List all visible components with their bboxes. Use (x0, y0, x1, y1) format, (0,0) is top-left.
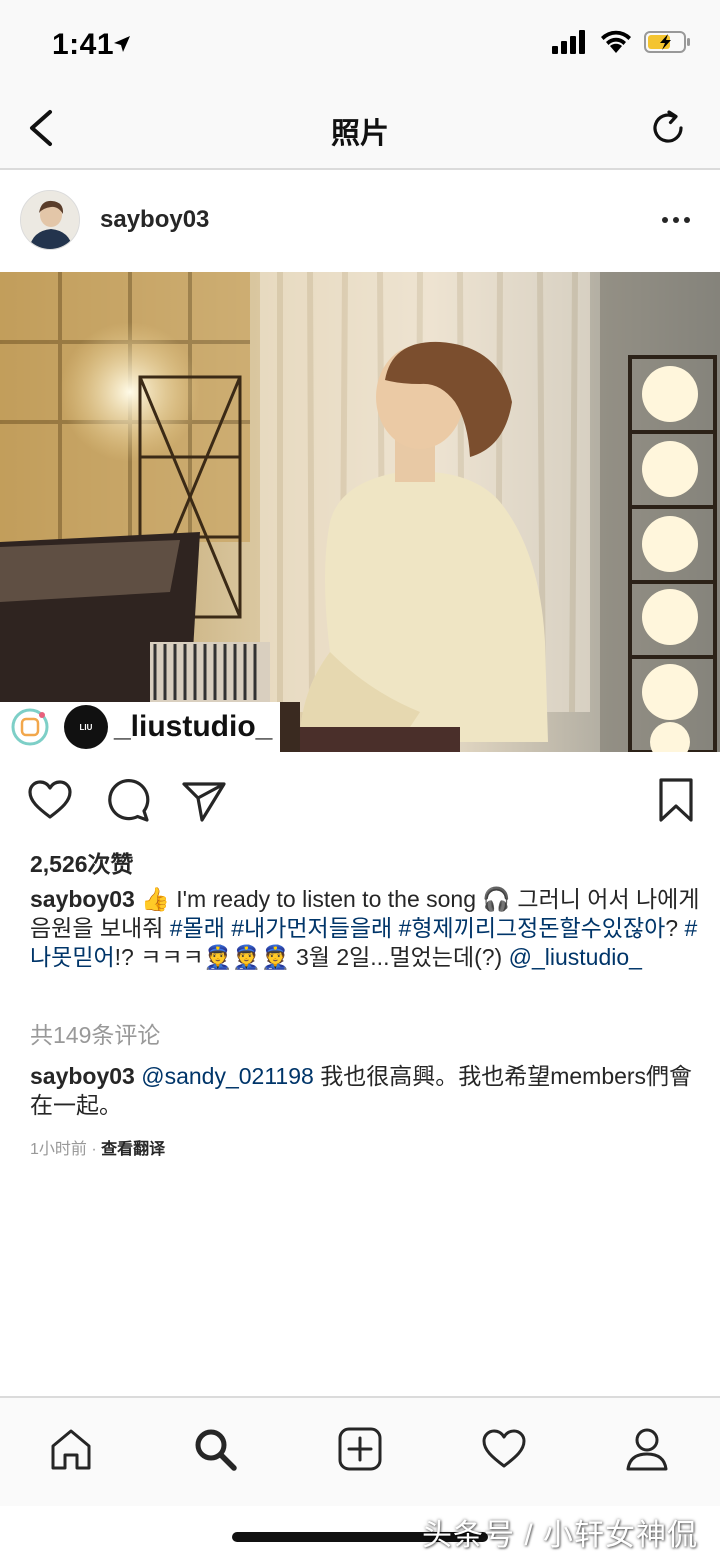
send-icon[interactable] (180, 776, 228, 824)
photo-tag[interactable]: LIU _liustudio_ (0, 702, 280, 752)
nametag-logo-icon (11, 708, 49, 746)
caption-text: ? (665, 915, 685, 941)
status-indicators (552, 30, 692, 54)
photo-tag-handle: _liustudio_ (114, 710, 273, 743)
refresh-icon[interactable] (648, 108, 688, 148)
status-time: 1:41 (52, 28, 115, 61)
battery-icon (644, 31, 690, 53)
search-icon[interactable] (192, 1426, 238, 1472)
view-all-comments-link[interactable]: 共149条评论 (30, 1016, 160, 1050)
studio-logo-icon: LIU (64, 705, 108, 749)
activity-heart-icon[interactable] (481, 1426, 527, 1472)
signal-icon (552, 30, 585, 54)
caption-mention[interactable]: @_liustudio_ (509, 944, 642, 970)
nav-bar: 照片 (0, 88, 720, 170)
avatar[interactable] (20, 190, 80, 250)
caption-username[interactable]: sayboy03 (30, 886, 135, 912)
bookmark-icon[interactable] (652, 776, 700, 824)
post-username[interactable]: sayboy03 (100, 206, 209, 234)
caption-text: !? ㅋㅋㅋ👮👮👮 3월 2일...멀었는데(?) (114, 944, 509, 970)
comment-meta: 1小时前 · 查看翻译 (30, 1135, 165, 1159)
like-count[interactable]: 2,526次赞 (30, 845, 134, 879)
avatar-image (21, 191, 79, 249)
heart-icon[interactable] (26, 776, 74, 824)
comment-username[interactable]: sayboy03 (30, 1063, 135, 1089)
profile-icon[interactable] (624, 1426, 670, 1472)
page-title: 照片 (330, 118, 389, 150)
watermark: 头条号 / 小轩女神侃 (421, 1519, 698, 1552)
hashtag[interactable]: #내가먼저들을래 (231, 915, 392, 941)
hashtag[interactable]: #몰래 (170, 915, 225, 941)
home-icon[interactable] (48, 1426, 94, 1472)
status-bar: 1:41 (0, 0, 720, 88)
more-icon[interactable] (662, 212, 694, 228)
see-translation-link[interactable]: 查看翻译 (101, 1141, 165, 1158)
comment-mention[interactable]: @sandy_021198 (141, 1063, 314, 1089)
post-photo[interactable]: LIU _liustudio_ (0, 272, 720, 752)
wifi-icon (601, 30, 631, 53)
add-icon[interactable] (337, 1426, 383, 1472)
location-arrow-icon (114, 36, 130, 52)
post-caption: sayboy03 👍 I'm ready to listen to the so… (30, 885, 700, 972)
comment-timestamp: 1小时前 · (30, 1141, 102, 1158)
post-header: sayboy03 (0, 172, 720, 272)
post-photo-image (0, 272, 720, 752)
hashtag[interactable]: #형제끼리그정돈할수있잖아 (399, 915, 666, 941)
tab-bar (0, 1396, 720, 1506)
comment: sayboy03 @sandy_021198 我也很高興。我也希望members… (30, 1062, 700, 1120)
post-actions (0, 770, 720, 830)
comment-icon[interactable] (104, 776, 152, 824)
